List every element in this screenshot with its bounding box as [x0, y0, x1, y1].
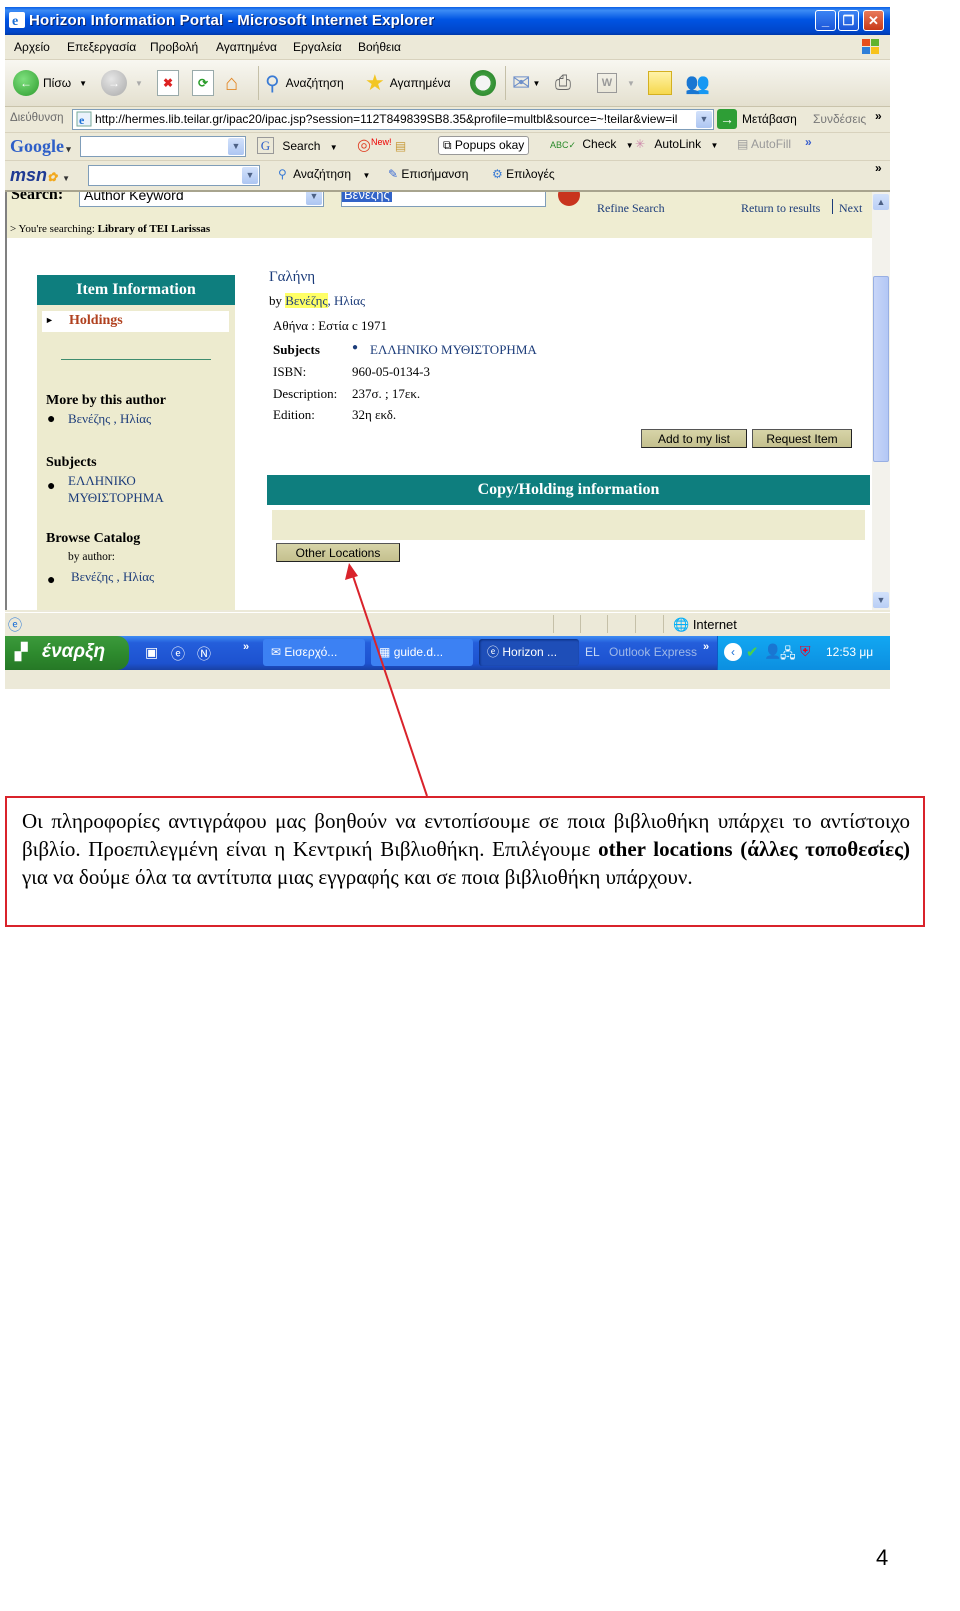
callout-bold-other-locations: other locations [598, 837, 733, 861]
page-number: 4 [876, 1545, 889, 1570]
callout-bold-greek: (άλλες τοποθεσίες) [740, 837, 911, 861]
annotation-arrow [345, 563, 428, 797]
callout-box: Οι πληροφορίες αντιγράφου μας βοηθούν να… [5, 796, 925, 927]
arrow-line [351, 572, 428, 797]
callout-text: Οι πληροφορίες αντιγράφου μας βοηθούν να… [22, 809, 911, 889]
arrowhead-icon [345, 563, 358, 580]
